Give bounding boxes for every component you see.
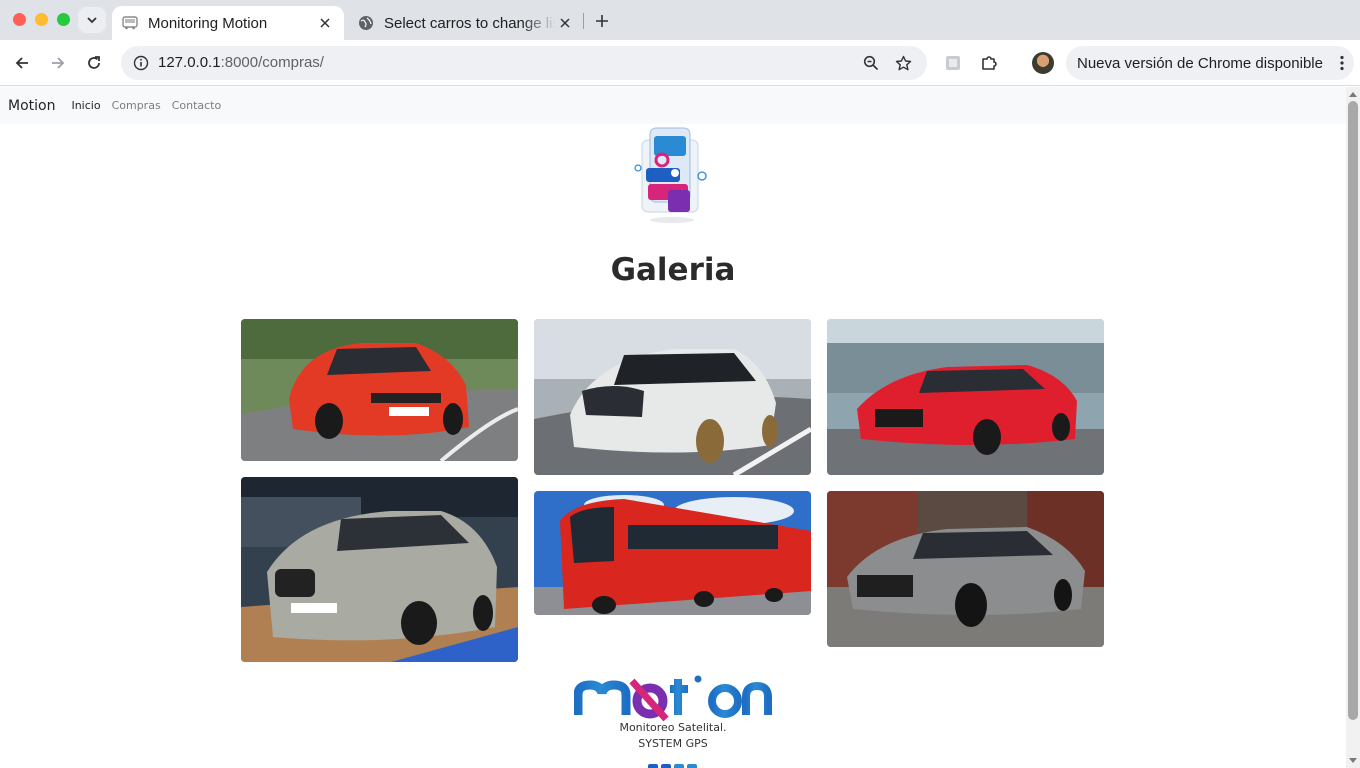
gallery-image-red-bmw-m2[interactable]	[241, 319, 518, 461]
tab-title: Monitoring Motion	[148, 14, 268, 32]
tab-close-icon[interactable]	[556, 14, 574, 32]
nav-link-contacto[interactable]: Contacto	[172, 99, 222, 112]
instagram-icon[interactable]	[674, 764, 684, 768]
browser-tab-strip: Monitoring Motion Select carros to chang…	[0, 0, 1360, 40]
footer-subtitle: SYSTEM GPS	[638, 737, 708, 750]
site-info-icon[interactable]	[129, 51, 153, 75]
globe-icon	[359, 16, 373, 30]
facebook-icon[interactable]	[648, 764, 658, 768]
tab-close-icon[interactable]	[316, 14, 334, 32]
footer-tagline: Monitoreo Satelital.	[619, 721, 727, 734]
gallery-image-grey-audi-rs7[interactable]	[827, 491, 1104, 647]
chrome-update-button[interactable]: Nueva versión de Chrome disponible	[1066, 46, 1354, 80]
kebab-menu-icon[interactable]	[1330, 55, 1354, 71]
social-links	[648, 764, 697, 768]
update-label: Nueva versión de Chrome disponible	[1077, 54, 1323, 72]
bookmark-star-icon[interactable]	[892, 52, 914, 74]
scroll-up-arrow-icon[interactable]	[1349, 92, 1357, 97]
messenger-icon[interactable]	[661, 764, 671, 768]
tab-search-button[interactable]	[78, 7, 106, 33]
browser-toolbar: 127.0.0.1:8000/compras/ Nueva versión de…	[0, 40, 1360, 86]
url-host: 127.0.0.1	[158, 54, 221, 71]
gallery-image-transmilenio-bus[interactable]	[534, 491, 811, 615]
site-navbar: Motion Inicio Compras Contacto	[0, 87, 1346, 124]
plus-icon	[596, 15, 608, 27]
extension-grey-icon	[946, 56, 960, 70]
hero-phone-illustration	[628, 126, 712, 226]
tab-django-admin[interactable]: Select carros to change list | Django si…	[348, 6, 584, 40]
extension-puzzle-grey-button[interactable]	[939, 49, 967, 77]
scrollbar-thumb[interactable]	[1348, 101, 1358, 720]
profile-avatar[interactable]	[1032, 52, 1054, 74]
address-bar[interactable]: 127.0.0.1:8000/compras/	[121, 46, 927, 80]
arrow-right-icon	[52, 57, 65, 69]
tab-monitoring-motion[interactable]: Monitoring Motion	[112, 6, 344, 40]
back-button[interactable]	[8, 49, 36, 77]
arrow-left-icon	[15, 57, 28, 69]
chevron-down-icon	[87, 17, 97, 24]
page-title: Galeria	[610, 252, 736, 288]
gallery-image-red-audi-rs7[interactable]	[827, 319, 1104, 475]
gallery-image-white-bmw-m4[interactable]	[534, 319, 811, 475]
motion-logo	[573, 673, 772, 725]
email-icon[interactable]	[687, 764, 697, 768]
puzzle-icon	[982, 56, 997, 70]
navbar-brand[interactable]: Motion	[8, 98, 55, 114]
gallery-image-silver-bmw-i5[interactable]	[241, 477, 518, 662]
url-path: :8000/compras/	[220, 54, 324, 71]
extensions-button[interactable]	[975, 49, 1003, 77]
window-minimize-button[interactable]	[35, 13, 48, 26]
new-tab-button[interactable]	[590, 10, 614, 32]
page-viewport: Motion Inicio Compras Contacto Galeria M…	[0, 87, 1346, 768]
page-scrollbar[interactable]	[1346, 87, 1360, 768]
nav-link-compras[interactable]: Compras	[112, 99, 161, 112]
window-close-button[interactable]	[13, 13, 26, 26]
nav-link-inicio[interactable]: Inicio	[71, 99, 100, 112]
reload-button[interactable]	[80, 49, 108, 77]
url-text: 127.0.0.1:8000/compras/	[158, 54, 324, 71]
tab-separator	[583, 13, 584, 29]
reload-icon	[88, 56, 100, 69]
tab-title: Select carros to change list | Django si…	[384, 14, 556, 32]
scroll-down-arrow-icon[interactable]	[1349, 758, 1357, 763]
window-maximize-button[interactable]	[57, 13, 70, 26]
bus-favicon-icon	[122, 16, 138, 30]
zoom-icon[interactable]	[860, 52, 882, 74]
forward-button[interactable]	[44, 49, 72, 77]
